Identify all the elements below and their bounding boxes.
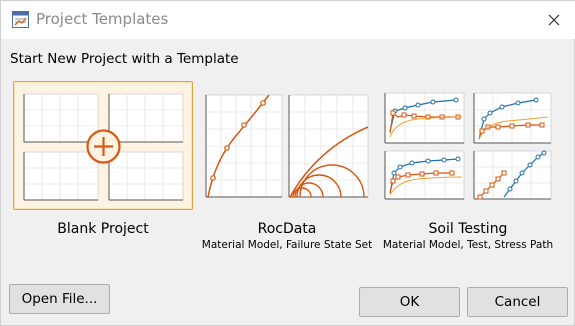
- app-window-icon: [12, 11, 29, 28]
- template-description: Material Model, Failure State Set: [201, 239, 373, 251]
- template-name: RocData: [257, 221, 317, 237]
- open-file-button[interactable]: Open File...: [9, 284, 110, 314]
- template-heading: Start New Project with a Template: [10, 51, 239, 67]
- template-name: Blank Project: [57, 221, 149, 237]
- project-templates-dialog: Project Templates Start New Project with…: [0, 0, 575, 326]
- blank-project-plus-icon: [23, 93, 184, 201]
- soil-testing-chart-icon: [384, 92, 552, 200]
- template-thumbnail: [378, 81, 558, 210]
- close-icon: [548, 14, 560, 26]
- template-description: Material Model, Test, Stress Path: [382, 239, 554, 251]
- template-thumbnail: [13, 81, 193, 210]
- template-soil-testing[interactable]: Soil Testing Material Model, Test, Stres…: [378, 81, 558, 257]
- title-bar: Project Templates: [1, 1, 575, 39]
- rocdata-chart-icon: [205, 94, 369, 198]
- template-blank-project[interactable]: Blank Project: [13, 81, 193, 257]
- window-title: Project Templates: [36, 10, 169, 28]
- close-button[interactable]: [538, 5, 570, 35]
- template-rocdata[interactable]: RocData Material Model, Failure State Se…: [197, 81, 377, 257]
- ok-button[interactable]: OK: [359, 287, 460, 317]
- template-thumbnail: [197, 81, 377, 210]
- template-name: Soil Testing: [428, 221, 508, 237]
- cancel-button[interactable]: Cancel: [467, 287, 568, 317]
